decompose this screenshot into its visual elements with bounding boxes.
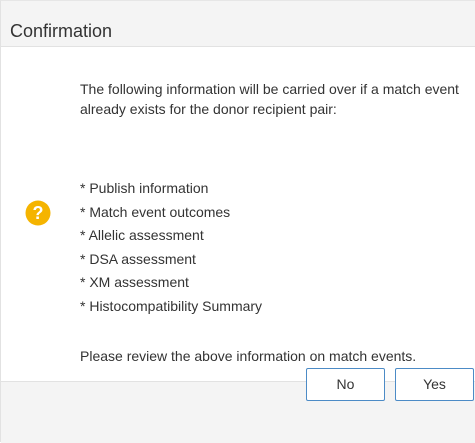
- no-button[interactable]: No: [306, 368, 385, 401]
- list-item: * DSA assessment: [80, 250, 196, 267]
- dialog-title: Confirmation: [10, 21, 113, 41]
- confirmation-dialog: Confirmation ? The following information…: [0, 0, 475, 443]
- carried-over-list: * Publish information * Match event outc…: [80, 177, 262, 318]
- dialog-title-bar: Confirmation: [1, 1, 475, 47]
- review-note: Please review the above information on m…: [80, 348, 417, 364]
- list-item: * XM assessment: [80, 274, 189, 290]
- dialog-message: The following information will be carrie…: [80, 81, 459, 117]
- svg-text:?: ?: [33, 203, 44, 223]
- question-circle-icon: ?: [25, 200, 51, 226]
- list-item: * Histocompatibility Summary: [80, 297, 263, 314]
- list-item: * Publish information: [80, 180, 209, 196]
- list-item: * Allelic assessment: [80, 227, 204, 243]
- yes-button[interactable]: Yes: [395, 368, 474, 401]
- list-item: * Match event outcomes: [80, 203, 231, 220]
